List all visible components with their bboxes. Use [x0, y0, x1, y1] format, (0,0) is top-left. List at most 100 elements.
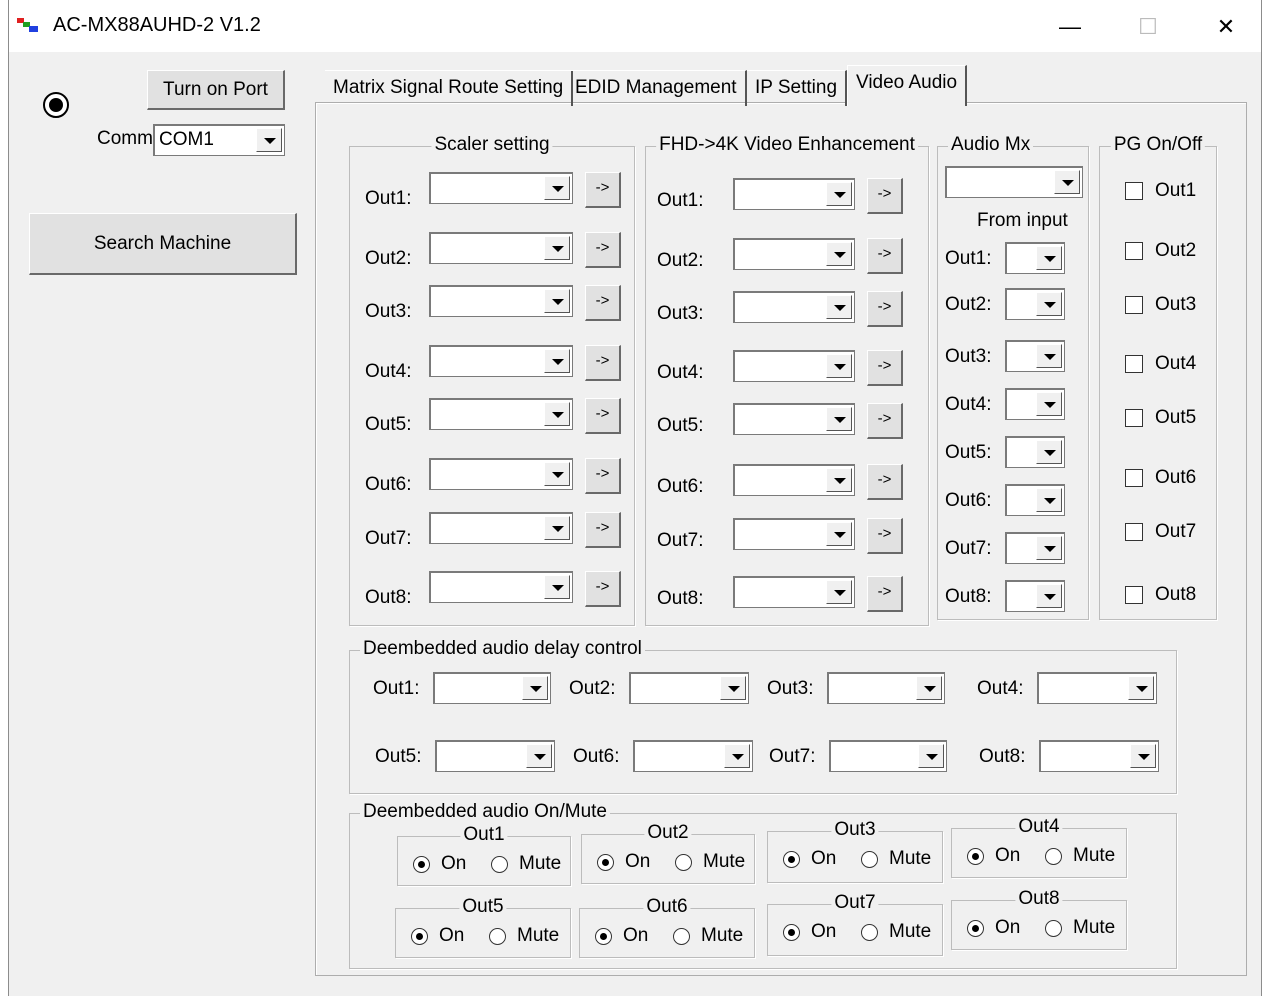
mute-radio[interactable] — [861, 924, 878, 941]
on-radio[interactable] — [411, 928, 428, 945]
tab-edid-management[interactable]: EDID Management — [567, 70, 747, 106]
maximize-button[interactable]: ☐ — [1123, 8, 1173, 46]
fhd-apply-button[interactable]: -> — [867, 178, 903, 214]
fhd-select[interactable] — [733, 350, 855, 382]
pg-checkbox[interactable] — [1125, 296, 1143, 314]
fhd-apply-button[interactable]: -> — [867, 350, 903, 386]
audio-mx-input-select[interactable] — [1005, 580, 1065, 612]
delay-select[interactable] — [629, 672, 749, 704]
fhd-select[interactable] — [733, 576, 855, 608]
on-radio[interactable] — [783, 851, 800, 868]
chevron-down-icon[interactable] — [916, 676, 942, 700]
scaler-apply-button[interactable]: -> — [585, 398, 621, 434]
tab-matrix-signal-route[interactable]: Matrix Signal Route Setting — [325, 70, 574, 106]
chevron-down-icon[interactable] — [526, 744, 552, 768]
chevron-down-icon[interactable] — [826, 522, 852, 546]
pg-checkbox[interactable] — [1125, 523, 1143, 541]
scaler-select[interactable] — [429, 345, 573, 377]
mute-radio[interactable] — [1045, 920, 1062, 937]
minimize-button[interactable]: — — [1045, 8, 1095, 46]
chevron-down-icon[interactable] — [918, 744, 944, 768]
audio-mx-input-select[interactable] — [1005, 436, 1065, 468]
delay-select[interactable] — [829, 740, 947, 772]
pg-checkbox[interactable] — [1125, 242, 1143, 260]
chevron-down-icon[interactable] — [1036, 292, 1062, 316]
scaler-select[interactable] — [429, 232, 573, 264]
on-radio[interactable] — [967, 920, 984, 937]
delay-select[interactable] — [433, 672, 551, 704]
chevron-down-icon[interactable] — [544, 349, 570, 373]
audio-mx-input-select[interactable] — [1005, 242, 1065, 274]
delay-select[interactable] — [633, 740, 753, 772]
scaler-apply-button[interactable]: -> — [585, 458, 621, 494]
chevron-down-icon[interactable] — [826, 580, 852, 604]
close-button[interactable]: ✕ — [1201, 8, 1251, 46]
chevron-down-icon[interactable] — [826, 295, 852, 319]
chevron-down-icon[interactable] — [256, 128, 282, 152]
scaler-apply-button[interactable]: -> — [585, 232, 621, 268]
audio-mx-input-select[interactable] — [1005, 532, 1065, 564]
on-radio[interactable] — [595, 928, 612, 945]
delay-select[interactable] — [1039, 740, 1159, 772]
chevron-down-icon[interactable] — [1036, 392, 1062, 416]
pg-checkbox[interactable] — [1125, 355, 1143, 373]
pg-checkbox[interactable] — [1125, 469, 1143, 487]
scaler-apply-button[interactable]: -> — [585, 571, 621, 607]
search-machine-button[interactable]: Search Machine — [29, 213, 297, 275]
fhd-select[interactable] — [733, 403, 855, 435]
audio-mx-input-select[interactable] — [1005, 484, 1065, 516]
chevron-down-icon[interactable] — [1130, 744, 1156, 768]
scaler-select[interactable] — [429, 398, 573, 430]
audio-mx-input-select[interactable] — [1005, 340, 1065, 372]
comm-port-select[interactable]: COM1 — [153, 124, 285, 156]
fhd-select[interactable] — [733, 518, 855, 550]
pg-checkbox[interactable] — [1125, 409, 1143, 427]
chevron-down-icon[interactable] — [1036, 584, 1062, 608]
scaler-select[interactable] — [429, 285, 573, 317]
chevron-down-icon[interactable] — [1128, 676, 1154, 700]
scaler-apply-button[interactable]: -> — [585, 512, 621, 548]
delay-select[interactable] — [1037, 672, 1157, 704]
fhd-apply-button[interactable]: -> — [867, 464, 903, 500]
mute-radio[interactable] — [1045, 848, 1062, 865]
scaler-select[interactable] — [429, 571, 573, 603]
chevron-down-icon[interactable] — [826, 468, 852, 492]
fhd-select[interactable] — [733, 464, 855, 496]
fhd-select[interactable] — [733, 291, 855, 323]
chevron-down-icon[interactable] — [1036, 246, 1062, 270]
fhd-apply-button[interactable]: -> — [867, 576, 903, 612]
tab-video-audio[interactable]: Video Audio — [847, 65, 968, 106]
pg-checkbox[interactable] — [1125, 182, 1143, 200]
fhd-apply-button[interactable]: -> — [867, 518, 903, 554]
delay-select[interactable] — [827, 672, 945, 704]
audio-mx-select[interactable] — [945, 166, 1083, 198]
chevron-down-icon[interactable] — [544, 402, 570, 426]
chevron-down-icon[interactable] — [544, 516, 570, 540]
fhd-select[interactable] — [733, 238, 855, 270]
scaler-select[interactable] — [429, 512, 573, 544]
mute-radio[interactable] — [861, 851, 878, 868]
mute-radio[interactable] — [491, 856, 508, 873]
audio-mx-input-select[interactable] — [1005, 288, 1065, 320]
scaler-select[interactable] — [429, 172, 573, 204]
chevron-down-icon[interactable] — [544, 236, 570, 260]
scaler-apply-button[interactable]: -> — [585, 172, 621, 208]
fhd-apply-button[interactable]: -> — [867, 238, 903, 274]
chevron-down-icon[interactable] — [720, 676, 746, 700]
delay-select[interactable] — [435, 740, 555, 772]
chevron-down-icon[interactable] — [826, 354, 852, 378]
mute-radio[interactable] — [489, 928, 506, 945]
scaler-apply-button[interactable]: -> — [585, 345, 621, 381]
on-radio[interactable] — [597, 854, 614, 871]
fhd-apply-button[interactable]: -> — [867, 291, 903, 327]
chevron-down-icon[interactable] — [1036, 440, 1062, 464]
chevron-down-icon[interactable] — [826, 242, 852, 266]
scaler-select[interactable] — [429, 458, 573, 490]
tab-ip-setting[interactable]: IP Setting — [747, 70, 848, 106]
chevron-down-icon[interactable] — [826, 182, 852, 206]
chevron-down-icon[interactable] — [544, 289, 570, 313]
chevron-down-icon[interactable] — [522, 676, 548, 700]
chevron-down-icon[interactable] — [1036, 488, 1062, 512]
on-radio[interactable] — [413, 856, 430, 873]
turn-on-port-button[interactable]: Turn on Port — [147, 70, 285, 110]
